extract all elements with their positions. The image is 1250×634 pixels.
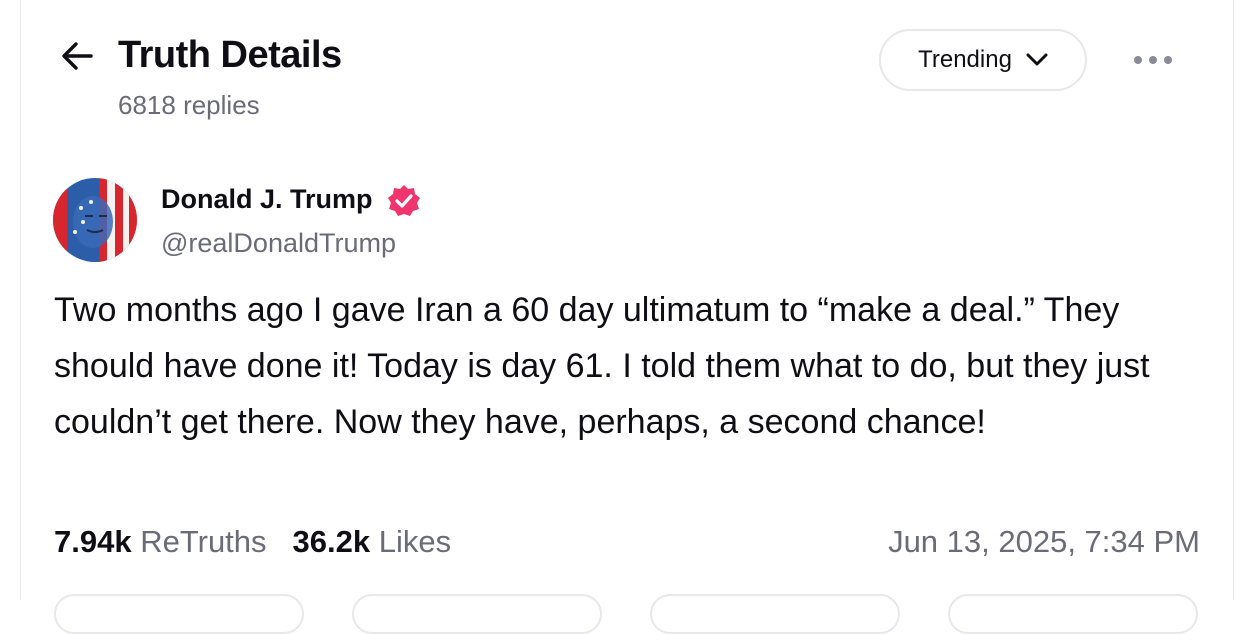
chevron-down-icon [1026,53,1048,66]
back-button[interactable] [57,36,97,76]
sort-label: Trending [918,46,1012,73]
author-handle[interactable]: @realDonaldTrump [161,228,396,259]
retruths-label: ReTruths [140,524,267,559]
like-action-button[interactable] [650,594,900,634]
more-horizontal-icon [1134,56,1172,64]
post-timestamp: Jun 13, 2025, 7:34 PM [888,524,1200,559]
retruths-stat[interactable]: 7.94k ReTruths [54,524,267,560]
likes-label: Likes [378,524,452,559]
arrow-left-icon [62,42,93,70]
likes-count: 36.2k [292,524,371,559]
verified-badge-icon [388,185,420,216]
more-options-button[interactable] [1128,44,1178,76]
avatar[interactable] [53,178,137,262]
reply-action-button[interactable] [54,594,304,634]
retruths-count: 7.94k [54,524,132,559]
post-text: Two months ago I gave Iran a 60 day ulti… [54,291,1150,441]
sort-dropdown[interactable]: Trending [879,29,1087,91]
share-action-button[interactable] [948,594,1198,634]
post-stats: 7.94k ReTruths 36.2k Likes [54,524,451,560]
author-name[interactable]: Donald J. Trump [161,184,373,215]
post-actions-row [54,594,1204,634]
avatar-image [53,178,137,262]
replies-count: 6818 replies [118,90,260,120]
retruth-action-button[interactable] [352,594,602,634]
page-title: Truth Details [118,34,342,76]
likes-stat[interactable]: 36.2k Likes [293,524,452,560]
